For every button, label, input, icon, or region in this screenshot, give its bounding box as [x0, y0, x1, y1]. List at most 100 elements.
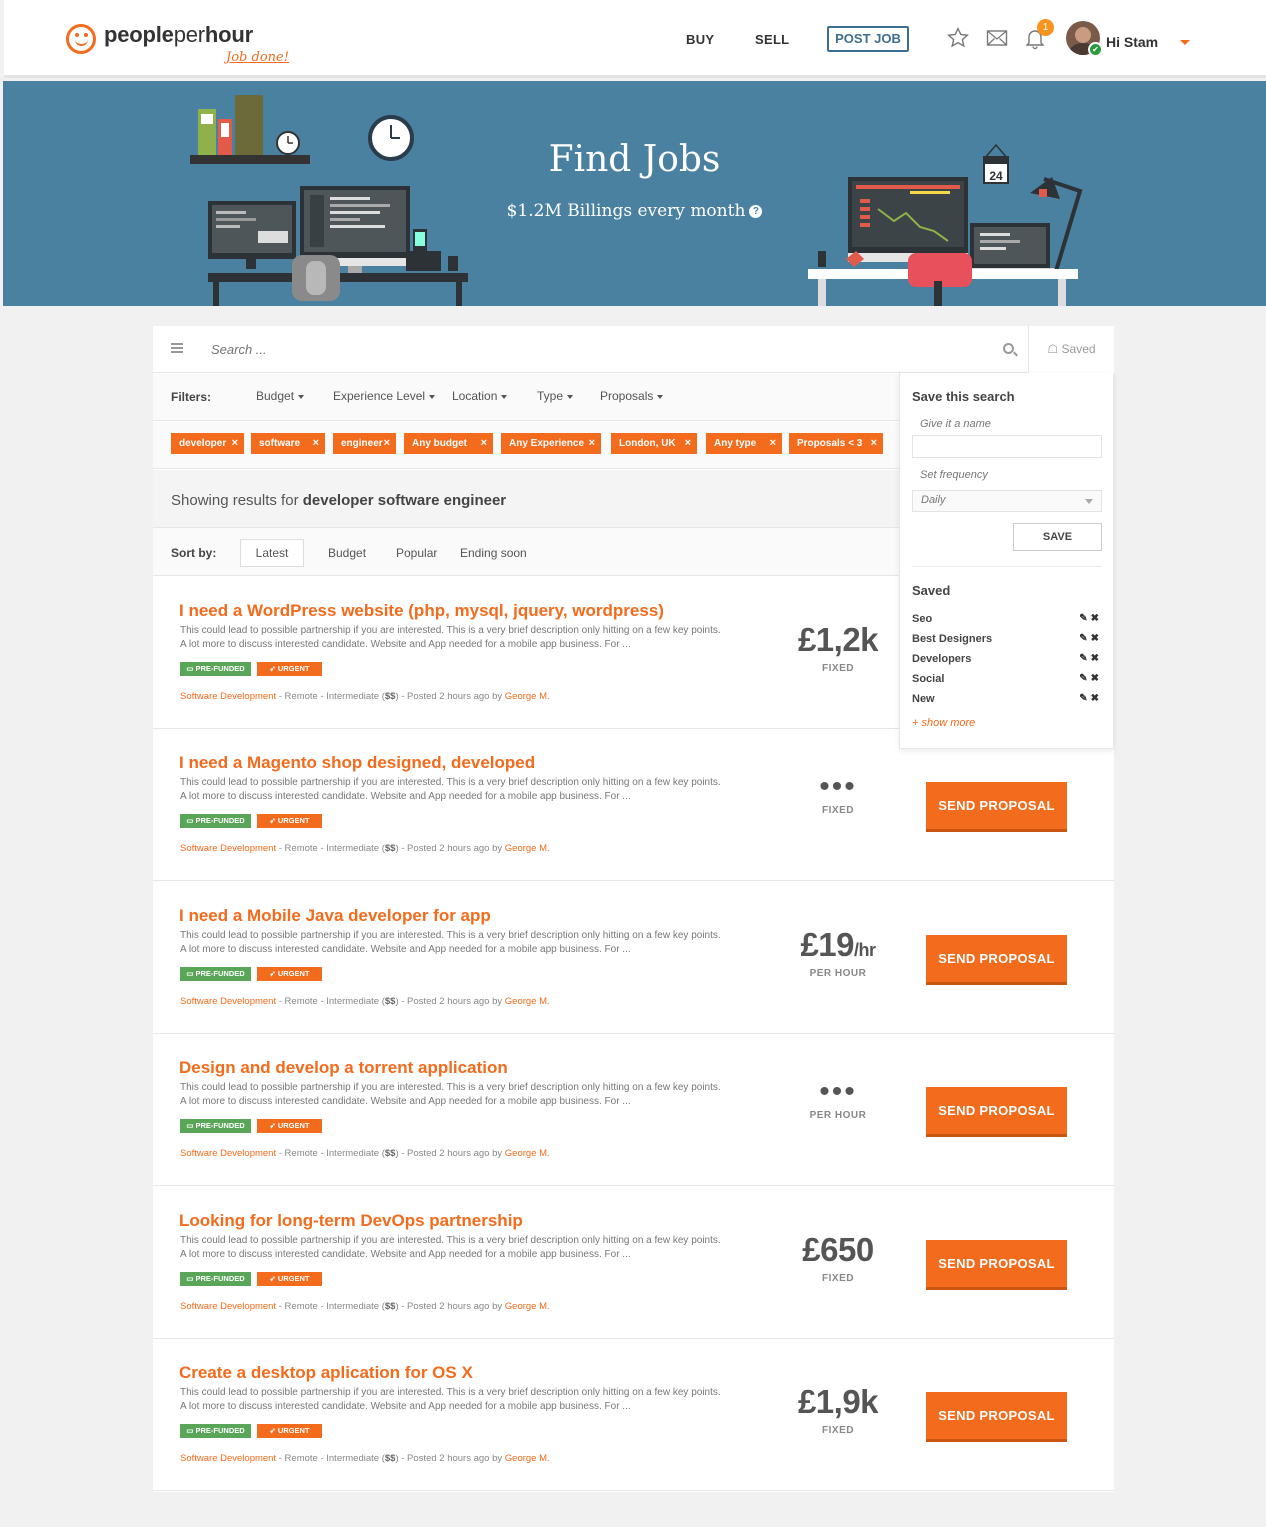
saved-searches-tab[interactable]: ☖ Saved [1028, 326, 1114, 373]
send-proposal-button[interactable]: SEND PROPOSAL [926, 1087, 1067, 1135]
filter-tag[interactable]: developer × [171, 433, 244, 454]
search-name-input[interactable] [912, 435, 1102, 458]
star-icon[interactable] [946, 26, 970, 50]
job-title-link[interactable]: Looking for long-term DevOps partnership [179, 1211, 523, 1231]
hero-subtitle-text: $1.2M Billings every month [506, 201, 746, 221]
job-meta: Software Development - Remote - Intermed… [180, 843, 550, 855]
user-menu-chevron-down-icon[interactable] [1180, 40, 1190, 45]
job-price: £1,9k FIXED [773, 1383, 903, 1436]
save-search-title: Save this search [912, 389, 1015, 404]
job-price: £650 FIXED [773, 1231, 903, 1284]
filter-tag[interactable]: Any budget × [404, 433, 493, 454]
price-hidden: ••• [819, 1075, 857, 1109]
filter-tag[interactable]: London, UK × [611, 433, 697, 454]
filter-type-dropdown[interactable]: Type [537, 389, 573, 403]
job-title-link[interactable]: Create a desktop aplication for OS X [179, 1363, 473, 1383]
author-link[interactable]: George M. [505, 691, 550, 702]
price-hidden: ••• [819, 770, 857, 804]
price-type: FIXED [822, 1425, 854, 1436]
sort-popular[interactable]: Popular [396, 546, 437, 560]
job-description: This could lead to possible partnership … [180, 777, 721, 803]
author-link[interactable]: George M. [505, 1148, 550, 1159]
price-amount: £19/hr [800, 925, 876, 963]
frequency-select[interactable]: Daily [912, 490, 1102, 512]
filter-bar: Filters: Budget Experience Level Locatio… [153, 374, 899, 421]
edit-pencil-icon[interactable]: ✎ [1079, 653, 1090, 664]
job-meta: Software Development - Remote - Intermed… [180, 1453, 550, 1464]
filter-tag[interactable]: software × [251, 433, 325, 454]
delete-icon[interactable]: ✖ [1091, 613, 1102, 624]
filter-experience-dropdown[interactable]: Experience Level [333, 389, 435, 403]
filter-tag[interactable]: Proposals < 3 × [789, 433, 883, 454]
send-proposal-button[interactable]: SEND PROPOSAL [926, 934, 1067, 982]
edit-pencil-icon[interactable]: ✎ [1079, 613, 1090, 624]
show-more-link[interactable]: + show more [912, 717, 975, 729]
mail-icon[interactable] [985, 26, 1009, 50]
job-price: ••• FIXED [773, 770, 903, 817]
delete-icon[interactable]: ✖ [1091, 633, 1102, 644]
send-proposal-button[interactable]: SEND PROPOSAL [926, 1239, 1067, 1287]
job-listing: Design and develop a torrent application… [153, 1034, 1114, 1187]
filter-proposals-dropdown[interactable]: Proposals [600, 389, 663, 403]
job-title-link[interactable]: I need a Mobile Java developer for app [179, 906, 491, 926]
author-link[interactable]: George M. [505, 843, 550, 854]
send-proposal-button[interactable]: SEND PROPOSAL [926, 782, 1067, 830]
category-link[interactable]: Software Development [180, 843, 276, 854]
author-link[interactable]: George M. [505, 1301, 550, 1312]
urgent-badge: ➶ URGENT [257, 1119, 322, 1134]
job-title-link[interactable]: I need a WordPress website (php, mysql, … [179, 601, 664, 621]
pre-funded-badge: ▭ PRE-FUNDED [180, 1271, 251, 1286]
saved-search-item[interactable]: Developers ✎✖ [912, 653, 1102, 665]
top-navbar: peopleperhour Job done! BUY SELL POST JO… [4, 0, 1266, 78]
filter-tag[interactable]: Any Experience × [501, 433, 601, 454]
post-job-button[interactable]: POST JOB [827, 26, 909, 52]
sort-ending-soon[interactable]: Ending soon [460, 546, 527, 560]
category-link[interactable]: Software Development [180, 1148, 276, 1159]
delete-icon[interactable]: ✖ [1091, 673, 1102, 684]
author-link[interactable]: George M. [505, 1453, 550, 1464]
edit-pencil-icon[interactable]: ✎ [1079, 693, 1090, 704]
job-title-link[interactable]: Design and develop a torrent application [179, 1058, 508, 1078]
user-greeting[interactable]: Hi Stam [1106, 34, 1158, 50]
category-link[interactable]: Software Development [180, 1453, 276, 1464]
saved-search-item[interactable]: New ✎✖ [912, 693, 1102, 705]
saved-search-item[interactable]: Social ✎✖ [912, 673, 1102, 685]
edit-pencil-icon[interactable]: ✎ [1079, 633, 1090, 644]
desk-illustration-left-icon [190, 95, 468, 306]
filter-tag[interactable]: Any type × [706, 433, 782, 454]
filter-tag[interactable]: engineer × [333, 433, 396, 454]
author-link[interactable]: George M. [505, 996, 550, 1007]
job-description: This could lead to possible partnership … [180, 1234, 721, 1260]
sort-latest[interactable]: Latest [240, 539, 304, 567]
filter-location-dropdown[interactable]: Location [452, 389, 507, 403]
search-input[interactable] [211, 337, 911, 361]
price-type: PER HOUR [809, 1110, 867, 1122]
help-icon[interactable]: ? [749, 205, 763, 218]
send-proposal-button[interactable]: SEND PROPOSAL [926, 1392, 1067, 1439]
category-link[interactable]: Software Development [180, 691, 276, 702]
urgent-badge: ➶ URGENT [257, 966, 322, 981]
nav-buy[interactable]: BUY [686, 32, 714, 47]
saved-searches-title: Saved [912, 583, 951, 598]
edit-pencil-icon[interactable]: ✎ [1079, 673, 1090, 684]
delete-icon[interactable]: ✖ [1091, 693, 1102, 704]
search-icon[interactable] [1003, 343, 1014, 354]
remove-tag-icon: × [769, 437, 776, 449]
search-bar [153, 326, 1027, 373]
saved-search-item[interactable]: Seo ✎✖ [912, 613, 1102, 625]
saved-search-item[interactable]: Best Designers ✎✖ [912, 633, 1102, 645]
sort-budget[interactable]: Budget [328, 546, 366, 560]
pre-funded-badge: ▭ PRE-FUNDED [180, 1424, 251, 1438]
results-query: developer software engineer [302, 492, 507, 509]
filter-budget-dropdown[interactable]: Budget [256, 389, 304, 403]
nav-sell[interactable]: SELL [755, 32, 789, 47]
job-title-link[interactable]: I need a Magento shop designed, develope… [179, 753, 535, 773]
category-link[interactable]: Software Development [180, 1301, 276, 1312]
menu-icon[interactable] [171, 343, 183, 353]
price-type: FIXED [822, 805, 854, 817]
delete-icon[interactable]: ✖ [1091, 653, 1102, 664]
category-link[interactable]: Software Development [180, 996, 276, 1007]
job-description: This could lead to possible partnership … [180, 929, 721, 955]
save-search-button[interactable]: SAVE [1013, 523, 1102, 551]
pre-funded-badge: ▭ PRE-FUNDED [180, 662, 251, 676]
